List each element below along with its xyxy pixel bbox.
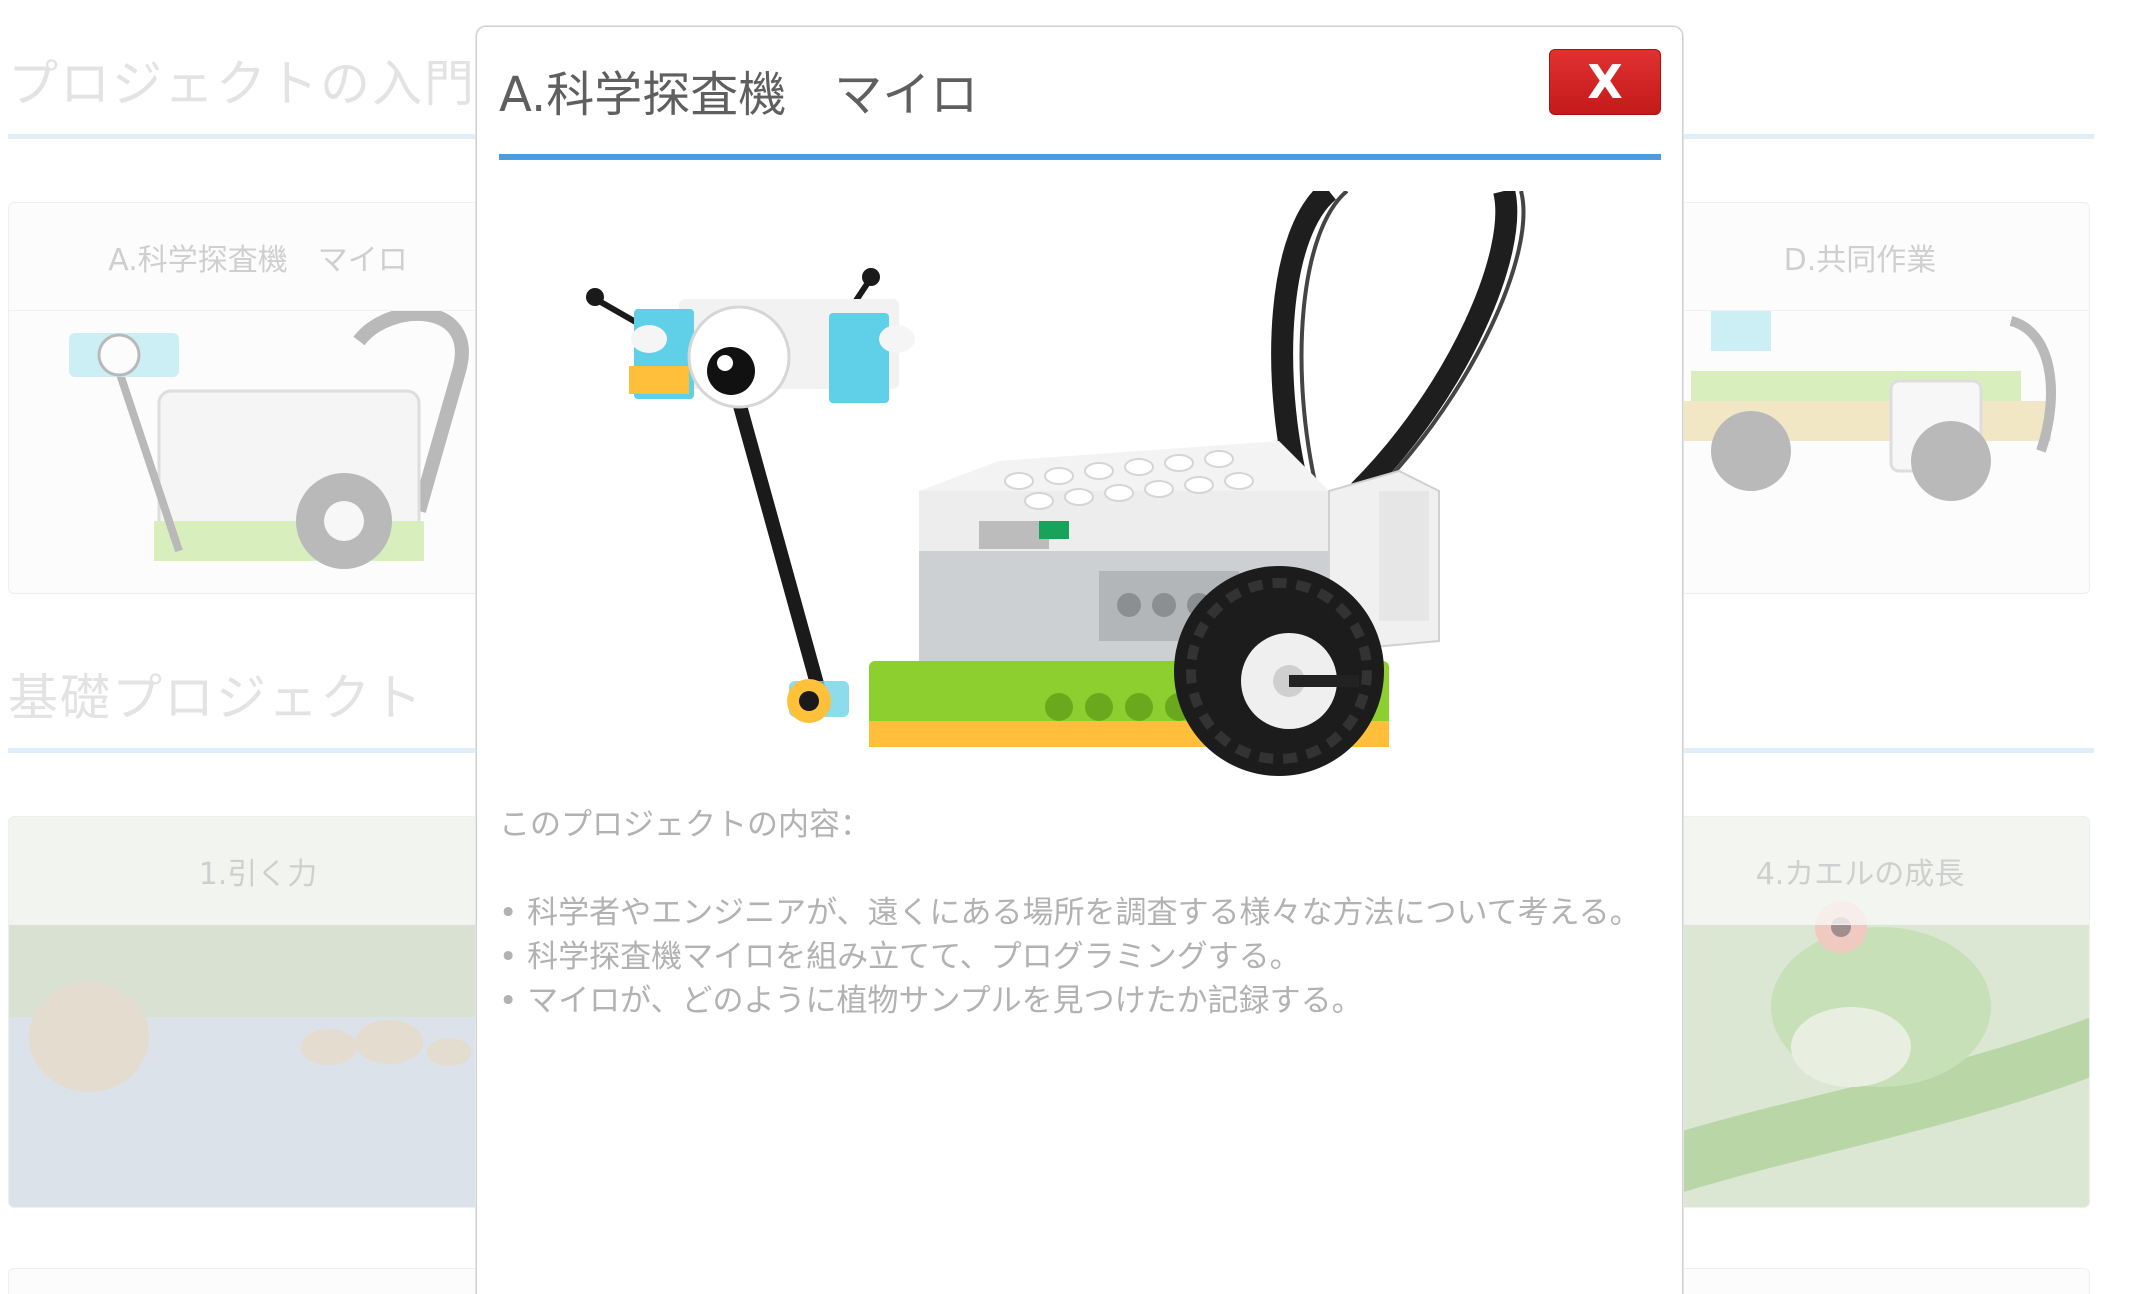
project-card-milo[interactable]: A.科学探査機 マイロ: [8, 202, 508, 594]
project-card-partial: [8, 1268, 508, 1294]
card-title: A.科学探査機 マイロ: [108, 243, 408, 278]
project-card-collaboration[interactable]: D.共同作業: [1630, 202, 2090, 594]
section-title-intro: プロジェクトの入門: [8, 55, 476, 113]
card-title: 1.引く力: [198, 857, 318, 892]
collaboration-thumbnail-image: [1671, 311, 2056, 501]
description-bullet: • 科学探査機マイロを組み立てて、プログラミングする。: [499, 939, 1301, 975]
project-card-frog[interactable]: 4.カエルの成長: [1630, 816, 2090, 1208]
card-header: 1.引く力: [9, 817, 507, 925]
project-description: このプロジェクトの内容： • 科学者やエンジニアが、遠くにある場所を調査する様々…: [499, 803, 1659, 1023]
description-heading: このプロジェクトの内容：: [499, 807, 871, 843]
card-header: A.科学探査機 マイロ: [9, 203, 507, 311]
modal-title: A.科学探査機 マイロ: [499, 67, 979, 123]
description-bullet: • 科学者やエンジニアが、遠くにある場所を調査する様々な方法について考える。: [499, 895, 1641, 931]
milo-thumbnail-image: [69, 311, 469, 569]
close-button[interactable]: X: [1549, 49, 1661, 115]
description-bullet: • マイロが、どのように植物サンプルを見つけたか記録する。: [499, 983, 1363, 1019]
close-icon: X: [1587, 55, 1623, 109]
card-header: D.共同作業: [1631, 203, 2089, 311]
card-title: 4.カエルの成長: [1755, 857, 1965, 892]
project-detail-modal: A.科学探査機 マイロ X このプロジェクトの内容： • 科学者やエンジニアが、…: [476, 26, 1683, 1294]
project-card-partial: [1630, 1268, 2090, 1294]
milo-robot-image: [586, 191, 1526, 776]
section-title-basic: 基礎プロジェクト: [8, 669, 424, 727]
modal-divider: [499, 154, 1661, 160]
card-title: D.共同作業: [1783, 243, 1937, 278]
project-card-pulling[interactable]: 1.引く力: [8, 816, 508, 1208]
card-header: 4.カエルの成長: [1631, 817, 2089, 925]
